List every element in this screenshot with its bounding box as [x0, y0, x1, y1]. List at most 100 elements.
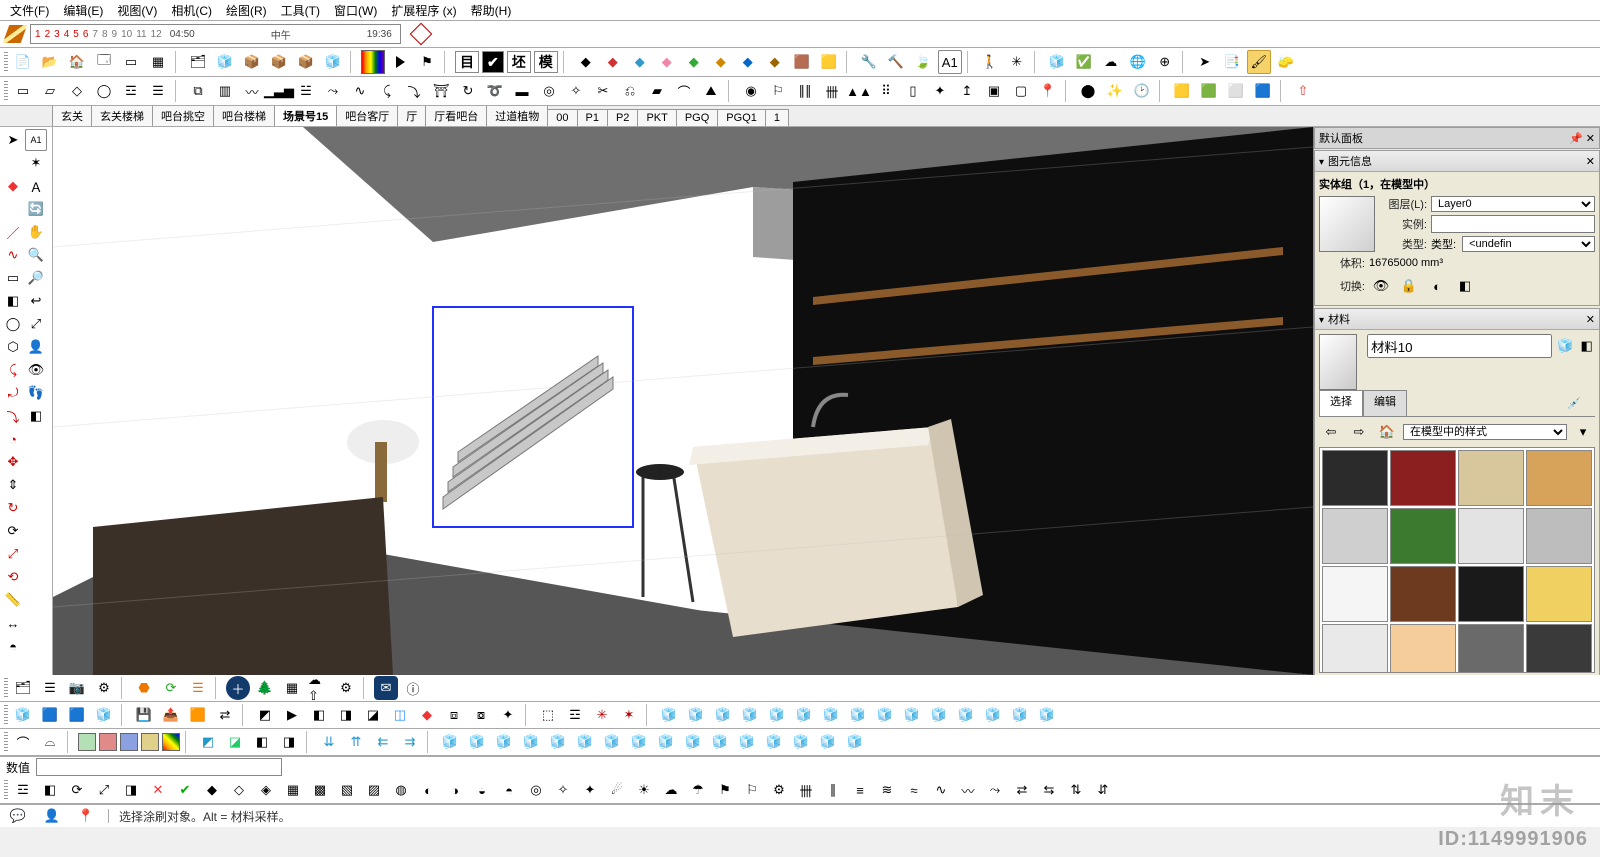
- offset-icon[interactable]: ◎: [537, 79, 561, 103]
- pie-tool-icon[interactable]: ◔: [2, 428, 24, 450]
- section-icon[interactable]: ✧: [564, 79, 588, 103]
- rect-tool-icon[interactable]: ▭: [2, 267, 24, 289]
- unk-icon[interactable]: ⇵: [1091, 778, 1115, 802]
- pointer-icon[interactable]: ➤: [1193, 50, 1217, 74]
- material-swatch[interactable]: [1458, 508, 1524, 564]
- bridge-icon[interactable]: ⛩: [429, 79, 453, 103]
- eyedropper-icon[interactable]: 💉: [1553, 390, 1595, 416]
- zoom-tool-icon[interactable]: 🔍: [25, 244, 47, 266]
- unk-icon[interactable]: ☲: [11, 778, 35, 802]
- plus-icon[interactable]: ＋: [226, 676, 250, 700]
- rotate-tool-icon[interactable]: ↻: [2, 497, 24, 519]
- globe-icon[interactable]: 🌐: [1126, 50, 1150, 74]
- cubev-icon[interactable]: 🧊: [816, 730, 840, 754]
- layers-icon[interactable]: 🗂: [186, 50, 210, 74]
- entity-info-header[interactable]: ▾图元信息 ✕: [1315, 151, 1599, 172]
- cube-b-icon[interactable]: 🟦: [1251, 79, 1275, 103]
- unk-icon[interactable]: ✧: [551, 778, 575, 802]
- unk-icon[interactable]: ⤳: [983, 778, 1007, 802]
- material-swatch[interactable]: [1526, 450, 1592, 506]
- materials-header[interactable]: ▾材料 ✕: [1315, 309, 1599, 330]
- u4-icon[interactable]: ◫: [388, 703, 412, 727]
- grid-icon[interactable]: ⠿: [874, 79, 898, 103]
- cube-arr-icon[interactable]: 🧊: [684, 703, 708, 727]
- paint-roller-icon[interactable]: 🖌: [1247, 50, 1271, 74]
- slab-icon[interactable]: ▬: [510, 79, 534, 103]
- protractor-tool-icon[interactable]: ◓: [2, 635, 24, 657]
- mirror-icon[interactable]: ▲▲: [847, 79, 871, 103]
- diamond-pink-icon[interactable]: ◆: [655, 50, 679, 74]
- cast-toggle-icon[interactable]: ◧: [1453, 274, 1477, 298]
- help-bubble-icon[interactable]: 💬: [6, 804, 30, 828]
- material-swatch[interactable]: [1322, 624, 1388, 673]
- slice-icon[interactable]: ✂: [591, 79, 615, 103]
- u8-icon[interactable]: ✦: [496, 703, 520, 727]
- box-out-icon[interactable]: 🟧: [186, 703, 210, 727]
- gear2-icon[interactable]: ⚙: [334, 676, 358, 700]
- unk-icon[interactable]: ⚑: [713, 778, 737, 802]
- cube-wire-icon[interactable]: 🧊: [1045, 50, 1069, 74]
- cube-arr-icon[interactable]: 🧊: [657, 703, 681, 727]
- unk-icon[interactable]: ◧: [38, 778, 62, 802]
- unk-icon[interactable]: ✔: [173, 778, 197, 802]
- arc2-tool-icon[interactable]: ⤾: [2, 382, 24, 404]
- cube-w-icon[interactable]: ⬜: [1224, 79, 1248, 103]
- select-icon[interactable]: ▭: [11, 79, 35, 103]
- unk-icon[interactable]: 卌: [794, 778, 818, 802]
- unk-icon[interactable]: ⇅: [1064, 778, 1088, 802]
- spline-icon[interactable]: ∿: [348, 79, 372, 103]
- cube3-icon[interactable]: 🧊: [92, 703, 116, 727]
- scene-tab[interactable]: PGQ1: [717, 109, 766, 126]
- stack-icon[interactable]: ☲: [119, 79, 143, 103]
- eraser-icon[interactable]: 🧽: [1274, 50, 1298, 74]
- scene-tab[interactable]: 吧台楼梯: [213, 105, 275, 126]
- unk-icon[interactable]: ≈: [902, 778, 926, 802]
- arrow-up-icon[interactable]: ↥: [955, 79, 979, 103]
- unk-icon[interactable]: ◐: [416, 778, 440, 802]
- scene-tab[interactable]: P1: [577, 109, 608, 126]
- scene-tab[interactable]: 厅: [397, 105, 426, 126]
- up-arrow-icon[interactable]: ⇧: [1291, 79, 1315, 103]
- instance-input[interactable]: [1431, 215, 1595, 233]
- time-scrubber[interactable]: 1 2 3 4 5 6 7 8 9 10 11 12 04:50 中午 19:3…: [30, 24, 401, 44]
- material-swatch[interactable]: [1322, 450, 1388, 506]
- path-icon[interactable]: 〰: [240, 79, 264, 103]
- menu-file[interactable]: 文件(F): [4, 1, 55, 20]
- tray-title[interactable]: 默认面板 📌 ✕: [1314, 127, 1600, 149]
- tally-icon[interactable]: 卌: [820, 79, 844, 103]
- arch-icon[interactable]: ⌒: [672, 79, 696, 103]
- geo-icon[interactable]: 📍: [74, 804, 98, 828]
- cubev-icon[interactable]: 🧊: [654, 730, 678, 754]
- diamond-green-icon[interactable]: ◆: [682, 50, 706, 74]
- u6-icon[interactable]: ⧈: [442, 703, 466, 727]
- cube-arr-icon[interactable]: 🧊: [1008, 703, 1032, 727]
- scene-tab[interactable]: 玄关: [52, 105, 92, 126]
- materials-tab-edit[interactable]: 编辑: [1363, 390, 1407, 416]
- arc-b2-icon[interactable]: ⌓: [38, 730, 62, 754]
- unk-icon[interactable]: ▧: [335, 778, 359, 802]
- grip-icon[interactable]: [4, 780, 8, 800]
- menu-extensions[interactable]: 扩展程序 (x): [385, 1, 462, 20]
- unk-icon[interactable]: ◓: [497, 778, 521, 802]
- material-menu-icon[interactable]: ▾: [1571, 420, 1595, 444]
- cloud-sync-icon[interactable]: ☁: [1099, 50, 1123, 74]
- menu-draw[interactable]: 绘图(R): [220, 1, 273, 20]
- cubev-icon[interactable]: 🧊: [546, 730, 570, 754]
- mv1-icon[interactable]: ◩: [196, 730, 220, 754]
- cubev-icon[interactable]: 🧊: [438, 730, 462, 754]
- cubev-icon[interactable]: 🧊: [600, 730, 624, 754]
- material-swatch[interactable]: [1390, 566, 1456, 622]
- zoomext-tool-icon[interactable]: ⤢: [25, 313, 47, 335]
- grip-icon[interactable]: [4, 705, 8, 725]
- unk-icon[interactable]: ⚙: [767, 778, 791, 802]
- cubev-icon[interactable]: 🧊: [465, 730, 489, 754]
- menu-camera[interactable]: 相机(C): [165, 1, 218, 20]
- scene-tab[interactable]: 00: [547, 109, 577, 126]
- cube-arr-icon[interactable]: 🧊: [792, 703, 816, 727]
- home-icon[interactable]: 🏠: [1375, 420, 1399, 444]
- material-swatch[interactable]: [1458, 450, 1524, 506]
- close-icon[interactable]: ✕: [1586, 313, 1595, 326]
- material-swatch[interactable]: [1390, 624, 1456, 673]
- home-icon[interactable]: 🏠: [65, 50, 89, 74]
- cubev-icon[interactable]: 🧊: [492, 730, 516, 754]
